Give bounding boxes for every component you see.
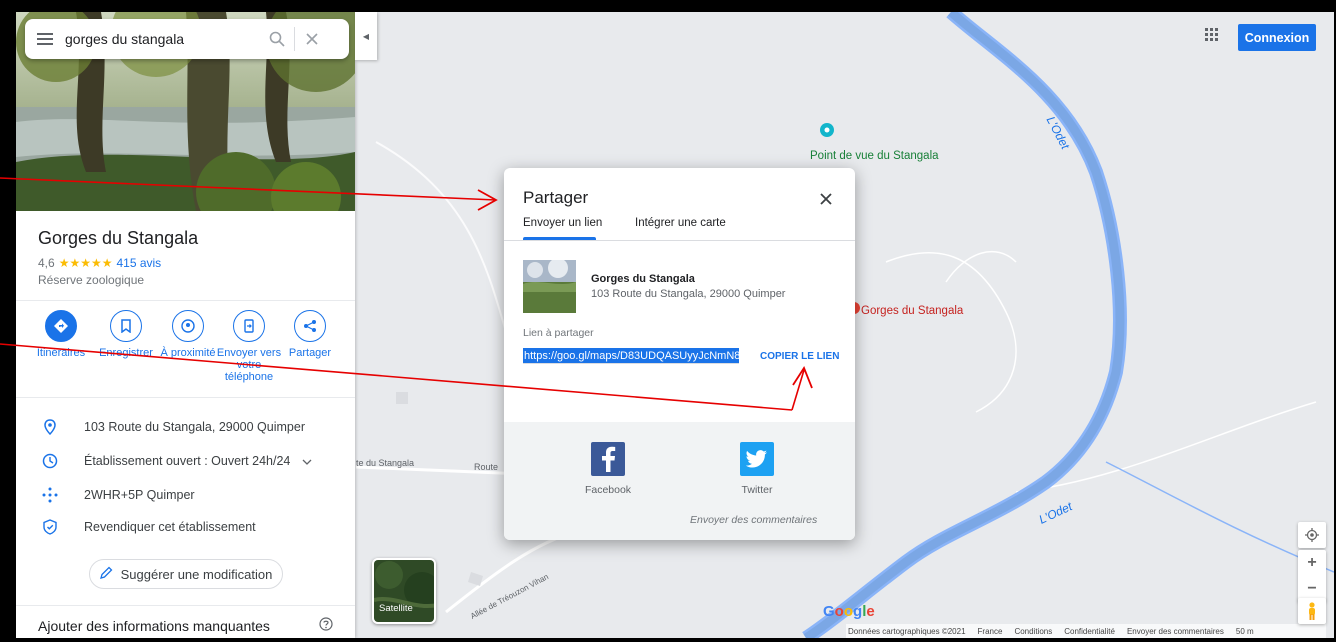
plus-code-text: 2WHR+5P Quimper xyxy=(84,488,195,502)
satellite-toggle[interactable]: Satellite xyxy=(372,558,436,624)
plus-code-row[interactable]: 2WHR+5P Quimper xyxy=(38,483,195,507)
road-label: Route xyxy=(474,462,499,472)
location-pin-icon xyxy=(38,419,62,435)
facebook-label: Facebook xyxy=(584,484,632,496)
tab-send-link[interactable]: Envoyer un lien xyxy=(523,217,602,229)
directions-button[interactable]: Itinéraires xyxy=(29,310,93,359)
pencil-icon xyxy=(99,566,113,582)
divider xyxy=(16,605,355,606)
chevron-down-icon[interactable] xyxy=(302,454,312,468)
my-location-button[interactable] xyxy=(1298,522,1326,548)
zoom-controls: + − xyxy=(1298,550,1326,602)
twitter-icon xyxy=(740,442,774,476)
directions-icon xyxy=(45,310,77,342)
place-thumbnail xyxy=(523,260,576,313)
action-label: Enregistrer xyxy=(99,347,153,359)
share-place-address: 103 Route du Stangala, 29000 Quimper xyxy=(591,288,786,300)
road-label: te du Stangala xyxy=(356,458,415,468)
nearby-button[interactable]: À proximité xyxy=(156,310,220,359)
reviews-link[interactable]: 415 avis xyxy=(116,256,161,270)
share-button[interactable]: Partager xyxy=(278,310,342,359)
scale-label[interactable]: 50 m xyxy=(1236,627,1254,636)
send-feedback-link[interactable]: Envoyer des commentaires xyxy=(690,514,817,526)
share-dialog: Partager Envoyer un lien Intégrer une ca… xyxy=(504,168,855,540)
clock-icon xyxy=(38,453,62,469)
map-data-credit[interactable]: Données cartographiques ©2021 xyxy=(848,627,966,636)
privacy-link[interactable]: Confidentialité xyxy=(1064,627,1115,636)
close-icon[interactable] xyxy=(816,189,836,209)
link-label: Lien à partager xyxy=(523,327,594,339)
map-footer: Données cartographiques ©2021 France Con… xyxy=(846,624,1326,638)
hours-text: Établissement ouvert : Ouvert 24h/24 xyxy=(84,454,291,468)
share-place-name: Gorges du Stangala xyxy=(591,273,695,285)
search-box xyxy=(25,19,349,59)
action-label: Envoyer vers votre téléphone xyxy=(216,347,282,383)
star-rating-icon: ★★★★★ xyxy=(58,256,113,270)
social-share-section: Facebook Twitter Envoyer des commentaire… xyxy=(504,422,855,540)
address-text: 103 Route du Stangala, 29000 Quimper xyxy=(84,420,305,434)
country-link[interactable]: France xyxy=(978,627,1003,636)
missing-info-heading: Ajouter des informations manquantes xyxy=(38,618,270,634)
copy-link-button[interactable]: COPIER LE LIEN xyxy=(760,351,839,362)
send-to-phone-button[interactable]: Envoyer vers votre téléphone xyxy=(213,310,285,383)
claim-business-text: Revendiquer cet établissement xyxy=(84,520,256,534)
satellite-label: Satellite xyxy=(379,603,413,614)
close-icon[interactable] xyxy=(295,19,329,59)
action-label: Itinéraires xyxy=(36,347,86,359)
claim-business-row[interactable]: Revendiquer cet établissement xyxy=(38,515,256,539)
verified-shield-icon xyxy=(38,519,62,535)
search-input[interactable] xyxy=(65,31,260,47)
plus-code-icon xyxy=(38,487,62,503)
help-icon[interactable] xyxy=(319,617,333,636)
place-panel: Gorges du Stangala 4,6 ★★★★★ 415 avis Ré… xyxy=(16,12,355,638)
rating-row: 4,6 ★★★★★ 415 avis xyxy=(38,256,161,270)
action-label: À proximité xyxy=(160,347,216,359)
poi-place-label[interactable]: Gorges du Stangala xyxy=(861,305,963,317)
share-icon xyxy=(294,310,326,342)
twitter-share-button[interactable]: Twitter xyxy=(727,442,787,496)
action-label: Partager xyxy=(288,347,332,359)
bookmark-icon xyxy=(110,310,142,342)
divider xyxy=(16,300,355,301)
send-to-phone-icon xyxy=(233,310,265,342)
share-link-field[interactable] xyxy=(523,348,739,364)
sign-in-button[interactable]: Connexion xyxy=(1238,24,1316,51)
google-logo: Google xyxy=(823,603,875,620)
screenshot-frame: Point de vue du Stangala Gorges du Stang… xyxy=(0,0,1336,642)
address-row[interactable]: 103 Route du Stangala, 29000 Quimper xyxy=(38,415,305,439)
terms-link[interactable]: Conditions xyxy=(1014,627,1052,636)
dialog-title: Partager xyxy=(523,188,589,207)
facebook-share-button[interactable]: Facebook xyxy=(578,442,638,496)
zoom-in-button[interactable]: + xyxy=(1298,550,1326,576)
poi-viewpoint-label[interactable]: Point de vue du Stangala xyxy=(810,150,939,162)
twitter-label: Twitter xyxy=(741,484,773,496)
place-category[interactable]: Réserve zoologique xyxy=(38,273,144,287)
divider xyxy=(504,240,855,241)
divider xyxy=(16,397,355,398)
place-title: Gorges du Stangala xyxy=(38,228,199,248)
nearby-icon xyxy=(172,310,204,342)
feedback-link[interactable]: Envoyer des commentaires xyxy=(1127,627,1224,636)
suggest-edit-label: Suggérer une modification xyxy=(120,566,273,582)
tab-embed-map[interactable]: Intégrer une carte xyxy=(635,217,726,229)
street-view-pegman-icon[interactable] xyxy=(1298,598,1326,624)
action-buttons: Itinéraires Enregistrer À proximité Envo… xyxy=(16,310,355,400)
hours-row[interactable]: Établissement ouvert : Ouvert 24h/24 xyxy=(38,449,312,473)
suggest-edit-button[interactable]: Suggérer une modification xyxy=(89,559,283,589)
save-button[interactable]: Enregistrer xyxy=(94,310,158,359)
facebook-icon xyxy=(591,442,625,476)
rating-value: 4,6 xyxy=(38,256,55,270)
collapse-panel-button[interactable]: ◀ xyxy=(355,12,377,60)
search-icon[interactable] xyxy=(260,19,294,59)
menu-icon[interactable] xyxy=(25,19,65,59)
apps-grid-icon[interactable] xyxy=(1205,28,1219,47)
